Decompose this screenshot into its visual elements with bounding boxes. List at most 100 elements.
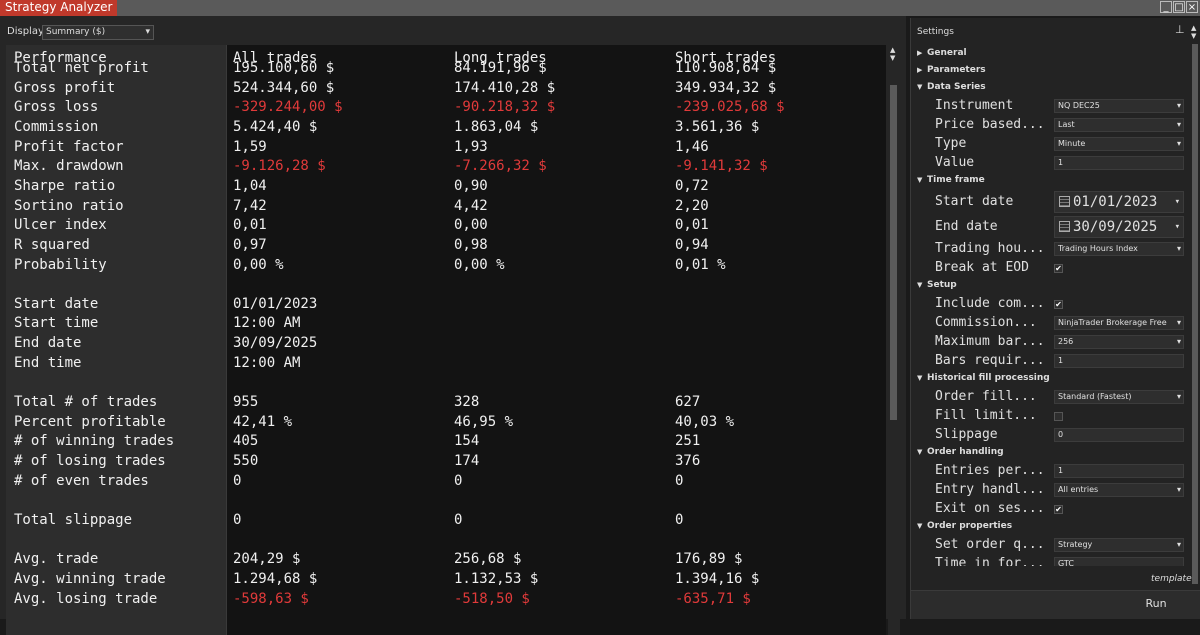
row-label: Start time [14,315,99,332]
row-value: 174 [454,453,480,469]
bars-required-input[interactable]: 1 [1054,354,1184,368]
scroll-down-icon[interactable]: ▼ [890,54,895,62]
row-value: 524.344,60 $ [233,79,335,96]
row-label: Avg. winning trade [14,570,166,587]
row-value: -9.126,28 $ [233,158,326,175]
row-value: -635,71 $ [675,590,751,607]
scroll-up-icon[interactable]: ▲ [1191,24,1196,32]
include-commission-checkbox[interactable]: ✔ [1054,300,1063,309]
row-value: 955 [233,394,259,411]
set-order-quantity-select[interactable]: Strategy ▾ [1054,538,1184,552]
restore-icon[interactable]: □ [1173,1,1185,13]
section-order-handling[interactable]: ▼ Order handling [917,447,1004,457]
exit-session-checkbox[interactable]: ✔ [1054,505,1063,514]
row-value: 176,89 $ [675,551,743,568]
row-value: 1,04 [233,177,267,194]
row-value: 84.191,96 $ [454,60,547,76]
max-bars-select[interactable]: 256 ▾ [1054,335,1184,349]
prop-entries-per-label: Entries per... [935,463,1045,478]
row-label: Gross loss [14,99,99,116]
row-value: 174.410,28 $ [454,79,556,96]
prop-commission-label: Commission... [935,315,1037,330]
settings-scrollbar[interactable]: ▲ ▼ [1191,24,1199,584]
section-parameters[interactable]: ▶ Parameters [917,65,986,75]
row-value: 46,95 % [454,413,514,430]
scroll-down-icon[interactable]: ▼ [1191,32,1196,40]
row-value: 1.394,16 $ [675,570,760,587]
prop-time-in-force-label: Time in for... [935,556,1045,566]
row-value: 0,00 [454,217,488,234]
row-label: R squared [14,236,90,253]
row-label: Start date [14,295,99,312]
break-eod-checkbox[interactable]: ✔ [1054,264,1063,273]
scrollbar-thumb[interactable] [1192,44,1198,584]
row-value: 7,42 [233,197,267,214]
end-date-picker[interactable]: 30/09/2025 ▾ [1054,216,1184,238]
window-title[interactable]: Strategy Analyzer [0,0,118,16]
price-based-select[interactable]: Last ▾ [1054,118,1184,132]
minimize-icon[interactable]: _ [1160,1,1172,13]
row-value: 0 [454,472,463,489]
row-value: -7.266,32 $ [454,158,547,175]
row-value: 256,68 $ [454,551,522,568]
row-value: 328 [454,394,480,411]
pin-icon[interactable]: ⊥ [1175,23,1185,36]
entries-per-input[interactable]: 1 [1054,464,1184,478]
row-value: 0,01 % [675,256,726,273]
row-value: 40,03 % [675,413,735,430]
prop-trading-hours-label: Trading hou... [935,241,1045,256]
chevron-down-icon: ▾ [1176,392,1181,401]
order-fill-select[interactable]: Standard (Fastest) ▾ [1054,390,1184,404]
row-value: 3.561,36 $ [675,118,760,135]
row-value: -598,63 $ [233,590,309,607]
display-select[interactable]: Summary ($) ▾ [42,25,154,40]
expand-icon: ▶ [917,49,923,57]
prop-end-date-label: End date [935,219,998,234]
time-in-force-select[interactable]: GTC [1054,557,1184,566]
row-value: 550 [233,453,259,469]
row-value: 405 [233,433,259,450]
collapse-icon: ▼ [917,522,923,530]
row-value: 251 [675,433,701,450]
row-value: 0,90 [454,177,488,194]
chevron-down-icon[interactable]: ▾ [1177,100,1181,112]
row-value: -329.244,00 $ [233,99,343,116]
chevron-down-icon: ▾ [1176,244,1181,253]
fill-limit-checkbox[interactable] [1054,412,1063,421]
grid-scrollbar[interactable]: ▲ ▼ [888,45,900,635]
row-value: 1.132,53 $ [454,570,539,587]
section-data-series[interactable]: ▼ Data Series [917,82,986,92]
chevron-down-icon: ▾ [1176,540,1181,549]
entry-handling-select[interactable]: All entries ▾ [1054,483,1184,497]
row-label: # of even trades [14,472,149,489]
row-label: Gross profit [14,79,116,96]
settings-title: Settings [917,27,954,37]
scrollbar-thumb[interactable] [890,85,897,420]
instrument-field[interactable]: NQ DEC25 ▾ [1054,99,1184,113]
template-link[interactable]: template [1151,574,1192,584]
row-value: 1.863,04 $ [454,118,539,135]
row-label: Sharpe ratio [14,177,116,194]
value-input[interactable]: 1 [1054,156,1184,170]
section-general[interactable]: ▶ General [917,48,967,58]
column-divider [226,45,227,635]
commission-select[interactable]: NinjaTrader Brokerage Free ▾ [1054,316,1184,330]
slippage-input[interactable]: 0 [1054,428,1184,442]
section-order-properties[interactable]: ▼ Order properties [917,521,1012,531]
section-historical-fill[interactable]: ▼ Historical fill processing [917,373,1050,383]
close-icon[interactable]: × [1186,1,1198,13]
trading-hours-select[interactable]: Trading Hours Index ▾ [1054,242,1184,256]
scroll-up-icon[interactable]: ▲ [890,46,895,54]
prop-fill-limit-label: Fill limit... [935,408,1037,423]
row-value: 195.100,60 $ [233,60,335,76]
start-date-picker[interactable]: 01/01/2023 ▾ [1054,191,1184,213]
performance-panel: Display Summary ($) ▾ Performance All tr… [0,16,906,635]
row-value: 0 [233,511,242,528]
section-time-frame[interactable]: ▼ Time frame [917,175,985,185]
section-setup[interactable]: ▼ Setup [917,280,957,290]
type-select[interactable]: Minute ▾ [1054,137,1184,151]
collapse-icon: ▼ [917,374,923,382]
run-button[interactable]: Run [911,590,1200,619]
row-value: 0,01 [675,217,709,234]
row-value: -518,50 $ [454,590,530,607]
